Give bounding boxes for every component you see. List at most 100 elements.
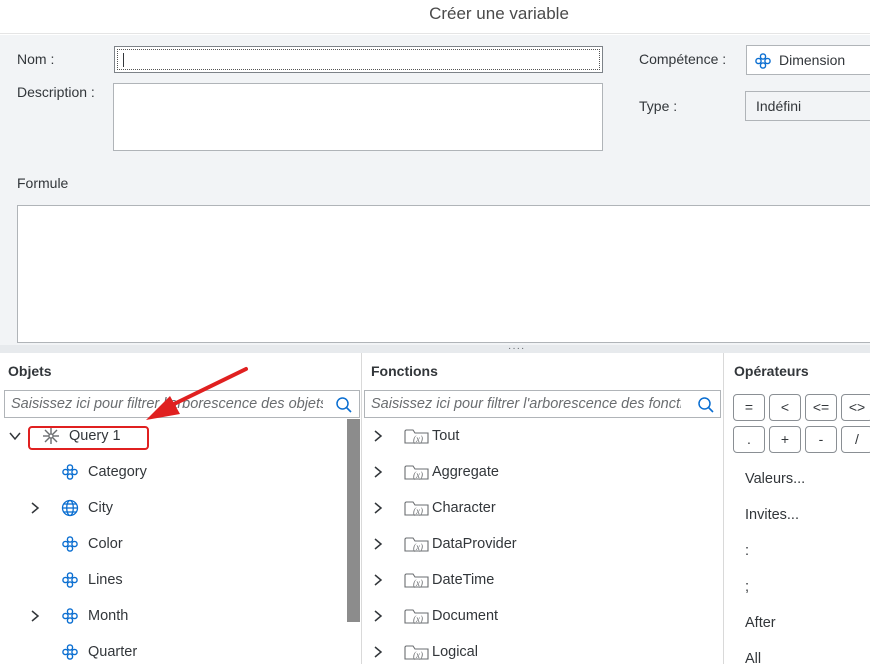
operator-list-item[interactable]: After bbox=[745, 615, 776, 631]
functions-search-placeholder: Saisissez ici pour filtrer l'arborescenc… bbox=[371, 396, 681, 412]
chevron-right-icon[interactable] bbox=[371, 537, 385, 551]
competence-select[interactable]: Dimension bbox=[746, 45, 870, 75]
dimension-icon bbox=[62, 572, 78, 588]
globe-icon bbox=[61, 499, 79, 517]
operator-list-item[interactable]: All bbox=[745, 651, 761, 664]
chevron-right-icon[interactable] bbox=[371, 465, 385, 479]
tree-node-quarter[interactable]: Quarter bbox=[0, 635, 345, 664]
objects-search-placeholder: Saisissez ici pour filtrer l'arborescenc… bbox=[11, 396, 323, 412]
objects-panel: Objets Saisissez ici pour filtrer l'arbo… bbox=[0, 353, 362, 664]
functions-panel-title: Fonctions bbox=[371, 363, 438, 379]
tree-node-city[interactable]: City bbox=[0, 491, 345, 527]
function-category-label: DataProvider bbox=[432, 536, 517, 552]
operator-button-less-equal[interactable]: <= bbox=[805, 394, 837, 421]
name-field[interactable] bbox=[114, 46, 603, 73]
function-folder-icon: (x) bbox=[404, 501, 429, 516]
dialog-titlebar: Créer une variable bbox=[0, 0, 870, 34]
svg-text:(x): (x) bbox=[413, 650, 423, 660]
function-category-character[interactable]: (x) Character bbox=[362, 491, 722, 527]
chevron-right-icon[interactable] bbox=[28, 609, 42, 623]
function-category-label: Logical bbox=[432, 644, 478, 660]
type-select[interactable]: Indéfini bbox=[745, 91, 870, 121]
operator-button-plus[interactable]: + bbox=[769, 426, 801, 453]
operator-button-dot[interactable]: . bbox=[733, 426, 765, 453]
function-category-logical[interactable]: (x) Logical bbox=[362, 635, 722, 664]
description-label: Description : bbox=[17, 84, 95, 100]
tree-node-category[interactable]: Category bbox=[0, 455, 345, 491]
svg-text:(x): (x) bbox=[413, 578, 423, 588]
operator-button-equals[interactable]: = bbox=[733, 394, 765, 421]
function-category-aggregate[interactable]: (x) Aggregate bbox=[362, 455, 722, 491]
function-folder-icon: (x) bbox=[404, 465, 429, 480]
chevron-right-icon[interactable] bbox=[371, 609, 385, 623]
operator-list-item[interactable]: : bbox=[745, 543, 749, 559]
svg-text:(x): (x) bbox=[413, 470, 423, 480]
tree-node-label: Quarter bbox=[88, 644, 138, 660]
search-icon[interactable] bbox=[335, 396, 353, 414]
competence-value: Dimension bbox=[779, 52, 846, 68]
chevron-right-icon[interactable] bbox=[371, 573, 385, 587]
formula-editor[interactable] bbox=[17, 205, 870, 343]
tree-node-lines[interactable]: Lines bbox=[0, 563, 345, 599]
dimension-icon bbox=[62, 536, 78, 552]
function-category-label: Character bbox=[432, 500, 496, 516]
operator-button-less-than[interactable]: < bbox=[769, 394, 801, 421]
function-category-label: Aggregate bbox=[432, 464, 499, 480]
chevron-right-icon[interactable] bbox=[371, 501, 385, 515]
function-category-label: DateTime bbox=[432, 572, 495, 588]
operator-list-item[interactable]: ; bbox=[745, 579, 749, 595]
tree-node-color[interactable]: Color bbox=[0, 527, 345, 563]
svg-text:(x): (x) bbox=[413, 542, 423, 552]
chevron-right-icon[interactable] bbox=[28, 501, 42, 515]
function-category-document[interactable]: (x) Document bbox=[362, 599, 722, 635]
operator-button-minus[interactable]: - bbox=[805, 426, 837, 453]
functions-search-input[interactable]: Saisissez ici pour filtrer l'arborescenc… bbox=[364, 390, 721, 418]
dimension-icon bbox=[62, 608, 78, 624]
objects-scrollbar[interactable] bbox=[347, 419, 360, 622]
chevron-down-icon[interactable] bbox=[8, 429, 22, 443]
splitter-grip-icon[interactable]: ···· bbox=[508, 344, 525, 354]
type-label: Type : bbox=[639, 98, 678, 114]
text-caret bbox=[123, 53, 124, 67]
operator-list-item[interactable]: Invites... bbox=[745, 507, 799, 523]
function-category-tout[interactable]: (x) Tout bbox=[362, 419, 722, 455]
formula-label: Formule bbox=[17, 175, 69, 191]
function-folder-icon: (x) bbox=[404, 645, 429, 660]
chevron-right-icon[interactable] bbox=[371, 429, 385, 443]
description-field[interactable] bbox=[113, 83, 603, 151]
dialog-title: Créer une variable bbox=[429, 4, 569, 23]
function-category-label: Tout bbox=[432, 428, 460, 444]
dimension-icon bbox=[62, 644, 78, 660]
functions-panel: Fonctions Saisissez ici pour filtrer l'a… bbox=[362, 353, 724, 664]
type-value: Indéfini bbox=[756, 98, 802, 114]
function-category-dataprovider[interactable]: (x) DataProvider bbox=[362, 527, 722, 563]
svg-text:(x): (x) bbox=[413, 434, 423, 444]
competence-label: Compétence : bbox=[639, 51, 727, 67]
tree-node-label: City bbox=[88, 500, 113, 516]
svg-text:(x): (x) bbox=[413, 506, 423, 516]
function-folder-icon: (x) bbox=[404, 609, 429, 624]
tree-node-label: Category bbox=[88, 464, 147, 480]
panel-splitter[interactable]: ···· bbox=[0, 344, 870, 354]
dimension-icon bbox=[755, 53, 771, 69]
tree-node-label: Month bbox=[88, 608, 129, 624]
search-icon[interactable] bbox=[697, 396, 715, 414]
tree-node-label: Lines bbox=[88, 572, 123, 588]
objects-panel-title: Objets bbox=[8, 363, 52, 379]
function-category-label: Document bbox=[432, 608, 499, 624]
dimension-icon bbox=[62, 464, 78, 480]
name-field-focus-ring bbox=[117, 49, 600, 70]
operator-button-divide[interactable]: / bbox=[841, 426, 870, 453]
tree-node-month[interactable]: Month bbox=[0, 599, 345, 635]
function-folder-icon: (x) bbox=[404, 537, 429, 552]
function-folder-icon: (x) bbox=[404, 573, 429, 588]
operator-button-not-equal[interactable]: <> bbox=[841, 394, 870, 421]
chevron-right-icon[interactable] bbox=[371, 645, 385, 659]
objects-search-input[interactable]: Saisissez ici pour filtrer l'arborescenc… bbox=[4, 390, 360, 418]
highlight-box bbox=[28, 426, 149, 450]
function-folder-icon: (x) bbox=[404, 429, 429, 444]
operator-list-item[interactable]: Valeurs... bbox=[745, 471, 805, 487]
name-label: Nom : bbox=[17, 51, 55, 67]
function-category-datetime[interactable]: (x) DateTime bbox=[362, 563, 722, 599]
svg-text:(x): (x) bbox=[413, 614, 423, 624]
